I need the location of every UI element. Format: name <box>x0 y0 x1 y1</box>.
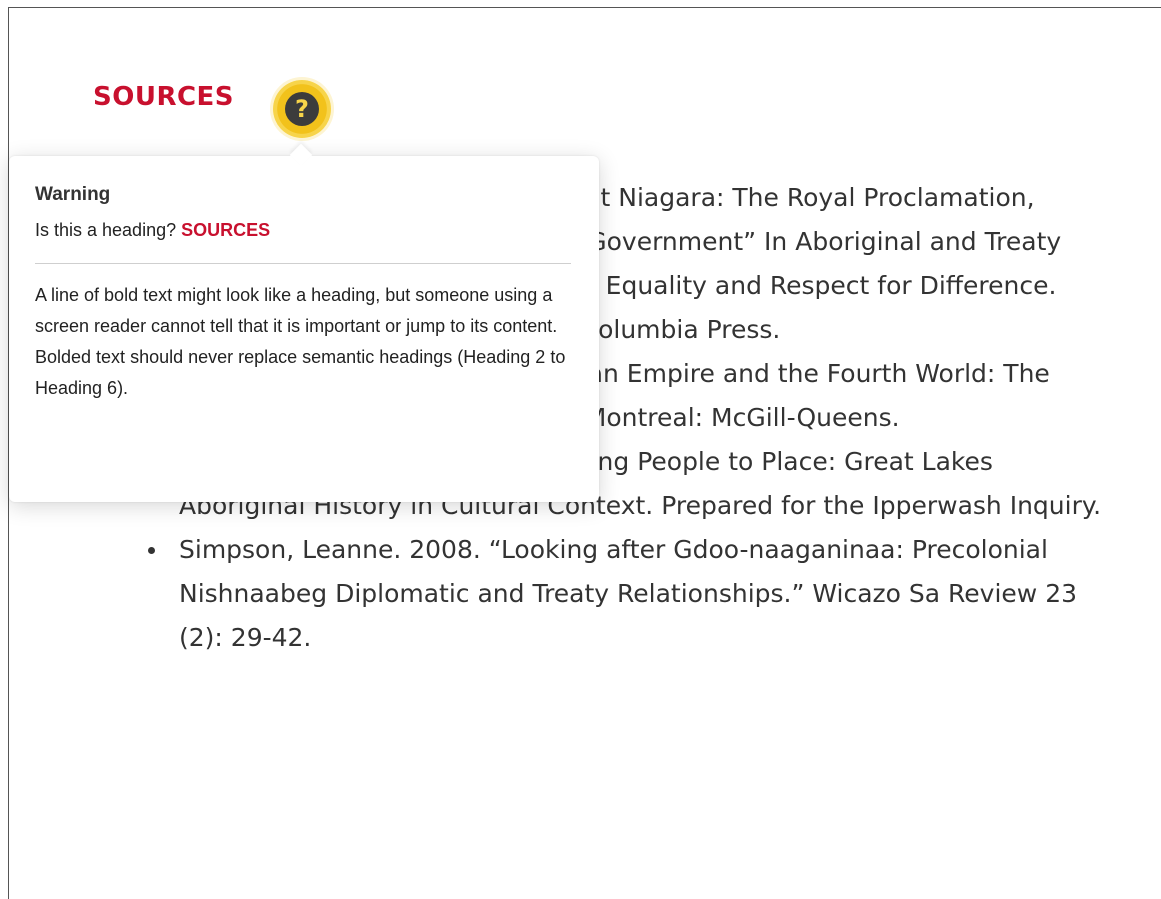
warning-tooltip: Warning Is this a heading? SOURCES A lin… <box>9 156 599 502</box>
content-frame: Borrows, John. 1997. “Wampum at Niagara:… <box>8 7 1161 899</box>
tooltip-body: A line of bold text might look like a he… <box>35 285 566 398</box>
sources-heading-row: SOURCES <box>93 82 234 112</box>
list-item: Simpson, Leanne. 2008. “Looking after Gd… <box>145 528 1105 660</box>
tooltip-question-label: Is this a heading? <box>35 220 177 240</box>
tooltip-question: Is this a heading? SOURCES <box>35 220 573 241</box>
sources-heading: SOURCES <box>93 82 235 112</box>
question-mark-icon: ? <box>285 92 319 126</box>
tooltip-question-value: SOURCES <box>181 220 271 240</box>
tooltip-title: Warning <box>35 184 111 205</box>
tooltip-divider <box>35 263 571 264</box>
accessibility-warning-button[interactable]: ? <box>273 80 331 138</box>
